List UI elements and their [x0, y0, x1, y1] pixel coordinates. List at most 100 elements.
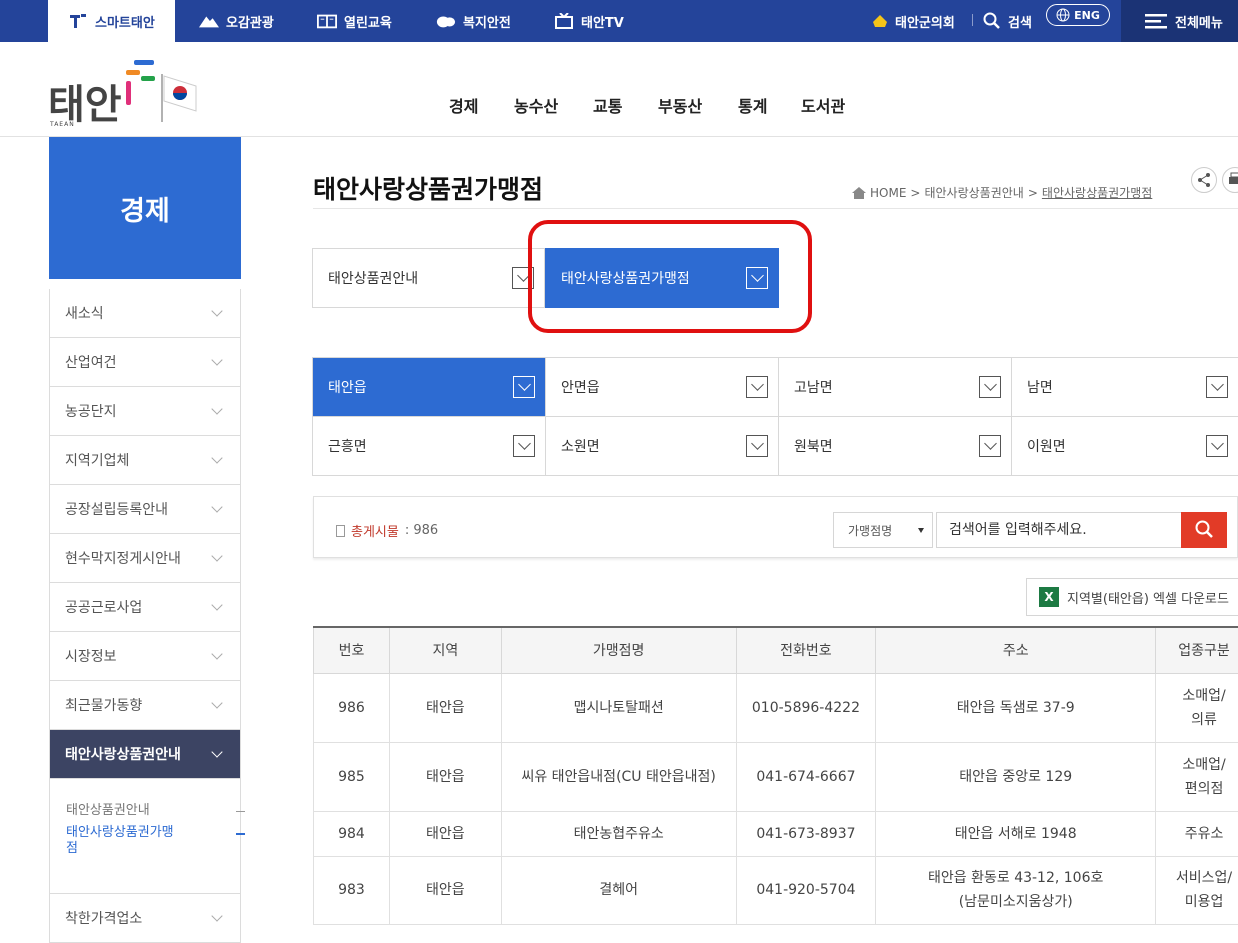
- table-row[interactable]: 983 태안읍 결헤어 041-920-5704 태안읍 환동로 43-12, …: [314, 856, 1238, 924]
- tab-taean-tv[interactable]: 태안TV: [554, 0, 624, 42]
- dropdown-arrow-icon: [918, 528, 924, 533]
- home-icon: [852, 187, 866, 199]
- title-divider: [313, 208, 1238, 209]
- region-tab-anmyeon-eup[interactable]: 안면읍: [546, 358, 779, 417]
- sidebar-item-market-info[interactable]: 시장정보: [50, 632, 240, 681]
- sidebar-item-public-works[interactable]: 공공근로사업: [50, 583, 240, 632]
- cell-store-name: 결헤어: [501, 856, 736, 924]
- chevron-down-icon: [211, 501, 222, 512]
- taean-logo[interactable]: 태안 TAEAN: [46, 56, 216, 128]
- gnb-economy[interactable]: 경제: [449, 93, 478, 117]
- excel-download-button[interactable]: X 지역별(태안읍) 엑셀 다운로드: [1026, 578, 1238, 616]
- chevron-down-icon: [979, 435, 1001, 457]
- region-tab-taean-eup[interactable]: 태안읍: [313, 358, 546, 417]
- chevron-down-icon: [513, 376, 535, 398]
- store-table: 번호 지역 가맹점명 전화번호 주소 업종구분 986 태안읍 맵시나토탈패션 …: [313, 626, 1238, 925]
- document-icon: [336, 525, 345, 537]
- cell-store-name: 맵시나토탈패션: [501, 673, 736, 742]
- cell-business-type: 소매업/의류: [1156, 673, 1238, 742]
- all-menu-button[interactable]: 전체메뉴: [1121, 0, 1238, 42]
- table-row[interactable]: 985 태안읍 씨유 태안읍내점(CU 태안읍내점) 041-674-6667 …: [314, 742, 1238, 811]
- column-header-no: 번호: [314, 627, 390, 673]
- breadcrumb-parent[interactable]: 태안사랑상품권안내: [924, 184, 1023, 201]
- column-header-phone: 전화번호: [736, 627, 876, 673]
- cell-business-type: 소매업/편의점: [1156, 742, 1238, 811]
- council-icon: [872, 14, 888, 28]
- smart-taean-icon: [68, 13, 88, 29]
- globe-icon: [1056, 8, 1070, 22]
- dash-icon: [236, 811, 245, 812]
- gnb-library[interactable]: 도서관: [801, 93, 845, 117]
- print-icon: [1223, 168, 1238, 192]
- council-link[interactable]: 태안군의회: [872, 0, 955, 42]
- cell-region: 태안읍: [389, 856, 501, 924]
- cell-region: 태안읍: [389, 742, 501, 811]
- region-tab-iwon-myeon[interactable]: 이원면: [1012, 417, 1238, 476]
- cell-no: 983: [314, 856, 390, 924]
- column-header-region: 지역: [389, 627, 501, 673]
- gnb-traffic[interactable]: 교통: [593, 93, 622, 117]
- tv-icon: [554, 13, 574, 29]
- sidebar-item-industry-conditions[interactable]: 산업여건: [50, 338, 240, 387]
- page-title: 태안사랑상품권가맹점: [313, 170, 543, 206]
- highlight-annotation: [528, 220, 812, 333]
- chevron-down-icon: [211, 910, 222, 921]
- region-tabs: 태안읍 안면읍 고남면 남면 근흥면 소원면 원북면 이원면: [312, 357, 1238, 476]
- print-button[interactable]: [1222, 167, 1238, 193]
- chevron-down-icon: [746, 435, 768, 457]
- region-tab-nam-myeon[interactable]: 남면: [1012, 358, 1238, 417]
- cell-address: 태안읍 환동로 43-12, 106호(남문미소지움상가): [876, 856, 1156, 924]
- column-header-business-type: 업종구분: [1156, 627, 1238, 673]
- cell-phone: 041-673-8937: [736, 811, 876, 856]
- cell-address: 태안읍 서해로 1948: [876, 811, 1156, 856]
- search-input[interactable]: [936, 512, 1182, 548]
- tab-open-education[interactable]: 열린교육: [317, 0, 392, 42]
- chevron-down-icon: [211, 746, 222, 757]
- table-row[interactable]: 986 태안읍 맵시나토탈패션 010-5896-4222 태안읍 독샘로 37…: [314, 673, 1238, 742]
- region-tab-geunheung-myeon[interactable]: 근흥면: [313, 417, 546, 476]
- sidebar-subitem-certificate-stores[interactable]: 태안사랑상품권가맹점: [66, 825, 225, 857]
- sidebar-item-local-companies[interactable]: 지역기업체: [50, 436, 240, 485]
- gnb-real-estate[interactable]: 부동산: [658, 93, 702, 117]
- sidebar-item-price-trends[interactable]: 최근물가동향: [50, 681, 240, 730]
- region-tab-sowon-myeon[interactable]: 소원면: [546, 417, 779, 476]
- sidebar-item-banner-posting[interactable]: 현수막지정게시안내: [50, 534, 240, 583]
- cell-no: 985: [314, 742, 390, 811]
- eng-button[interactable]: ENG: [1046, 4, 1110, 26]
- chevron-down-icon: [211, 550, 222, 561]
- table-row[interactable]: 984 태안읍 태안농협주유소 041-673-8937 태안읍 서해로 194…: [314, 811, 1238, 856]
- search-button[interactable]: [1181, 512, 1227, 548]
- sidebar-item-news[interactable]: 새소식: [50, 289, 240, 338]
- sidebar-item-agri-industrial-complex[interactable]: 농공단지: [50, 387, 240, 436]
- tab-certificate-info[interactable]: 태안상품권안내: [312, 248, 545, 308]
- sidebar-item-factory-registration[interactable]: 공장설립등록안내: [50, 485, 240, 534]
- chevron-down-icon: [211, 599, 222, 610]
- breadcrumb-home[interactable]: HOME: [870, 186, 906, 200]
- region-tab-wonbuk-myeon[interactable]: 원북면: [779, 417, 1012, 476]
- sidebar-subitem-certificate-info[interactable]: 태안상품권안내: [66, 803, 225, 819]
- region-tab-gonam-myeon[interactable]: 고남면: [779, 358, 1012, 417]
- book-icon: [317, 13, 337, 29]
- cell-business-type: 서비스업/미용업: [1156, 856, 1238, 924]
- sidebar-item-gift-certificate[interactable]: 태안사랑상품권안내: [50, 730, 240, 779]
- cell-phone: 010-5896-4222: [736, 673, 876, 742]
- mountain-icon: [199, 13, 219, 29]
- breadcrumb-separator: >: [910, 186, 920, 200]
- chevron-down-icon: [211, 648, 222, 659]
- gnb-statistics[interactable]: 통계: [738, 93, 767, 117]
- search-link[interactable]: 검색: [983, 0, 1032, 42]
- tab-sensory-tour[interactable]: 오감관광: [199, 0, 274, 42]
- logo-graphic: 태안 TAEAN: [46, 56, 216, 128]
- gnb-agriculture-fishery[interactable]: 농수산: [514, 93, 558, 117]
- cell-address: 태안읍 독샘로 37-9: [876, 673, 1156, 742]
- chevron-down-icon: [211, 697, 222, 708]
- cell-region: 태안읍: [389, 673, 501, 742]
- sidebar-item-fair-price-shops[interactable]: 착한가격업소: [50, 894, 240, 943]
- share-button[interactable]: [1191, 167, 1217, 193]
- cell-phone: 041-920-5704: [736, 856, 876, 924]
- breadcrumb-current[interactable]: 태안사랑상품권가맹점: [1042, 184, 1152, 201]
- logo-sub-text: TAEAN: [49, 121, 75, 128]
- tab-welfare-safety[interactable]: 복지안전: [436, 0, 511, 42]
- search-field-select[interactable]: 가맹점명: [833, 512, 933, 548]
- tab-smart-taean[interactable]: 스마트태안: [48, 0, 175, 42]
